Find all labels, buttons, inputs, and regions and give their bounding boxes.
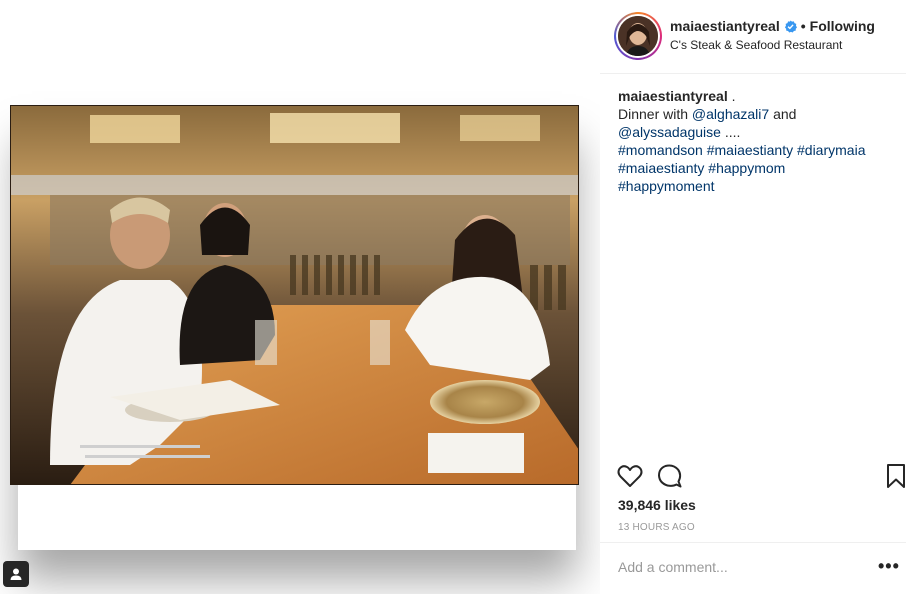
caption-line-4: #momandson #maiaestianty #diarymaia [618, 141, 888, 159]
mention-alghazali7[interactable]: @alghazali7 [692, 106, 769, 122]
post-side-panel: maiaestiantyreal • Following C's Steak &… [600, 0, 912, 594]
post-photo[interactable] [10, 105, 579, 485]
caption-line-2: Dinner with @alghazali7 and [618, 105, 888, 123]
comment-icon[interactable] [656, 462, 684, 490]
mention-alyssadaguise[interactable]: @alyssadaguise [618, 124, 721, 140]
caption-line-1: maiaestiantyreal . [618, 87, 888, 105]
caption-line-3: @alyssadaguise .... [618, 123, 888, 141]
hashtag-maiaestianty-2[interactable]: #maiaestianty [618, 160, 704, 176]
username-link[interactable]: maiaestiantyreal [670, 18, 780, 34]
hashtag-momandson[interactable]: #momandson [618, 142, 703, 158]
comment-box: ••• [600, 542, 906, 594]
post-actions [600, 460, 906, 492]
post-media-area [0, 0, 600, 594]
verified-badge-icon [784, 19, 797, 33]
header-user-row: maiaestiantyreal • Following [670, 18, 875, 34]
hashtag-happymom[interactable]: #happymom [708, 160, 785, 176]
comment-input[interactable] [618, 559, 858, 575]
photo-illustration [10, 105, 579, 485]
hashtag-diarymaia[interactable]: #diarymaia [797, 142, 865, 158]
caption-ellipsis: .... [724, 124, 741, 140]
caption-line-5: #maiaestianty #happymom [618, 159, 888, 177]
likes-count[interactable]: 39,846 likes [618, 497, 696, 513]
more-options-button[interactable]: ••• [878, 557, 900, 575]
caption-line-6: #happymoment [618, 177, 888, 195]
caption-username[interactable]: maiaestiantyreal [618, 88, 728, 104]
location-link[interactable]: C's Steak & Seafood Restaurant [670, 38, 842, 52]
caption-text-and: and [773, 106, 797, 122]
following-button[interactable]: Following [810, 18, 875, 34]
avatar-image [618, 16, 658, 56]
bookmark-icon[interactable] [882, 462, 910, 490]
caption-dot: . [731, 88, 736, 104]
post-header: maiaestiantyreal • Following C's Steak &… [600, 0, 906, 74]
avatar-inner [616, 14, 660, 58]
separator-dot: • [800, 18, 806, 34]
post-timestamp[interactable]: 13 HOURS AGO [618, 522, 695, 533]
heart-icon[interactable] [616, 462, 644, 490]
hashtag-happymoment[interactable]: #happymoment [618, 178, 715, 194]
avatar[interactable] [614, 12, 662, 60]
post-caption: maiaestiantyreal . Dinner with @alghazal… [618, 87, 888, 195]
caption-text-dinner: Dinner with [618, 106, 689, 122]
hashtag-maiaestianty[interactable]: #maiaestianty [707, 142, 793, 158]
tagged-user-icon[interactable] [3, 561, 29, 587]
